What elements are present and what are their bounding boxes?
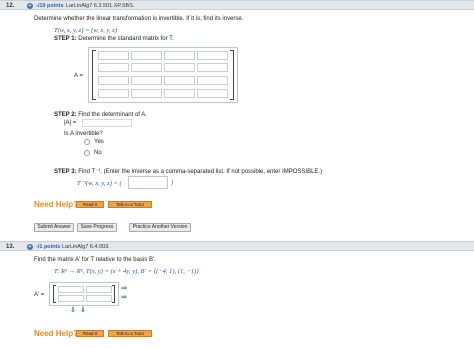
arrow-down-icon[interactable]: ⇓ bbox=[80, 307, 86, 314]
step-3-label: STEP 3: bbox=[54, 169, 77, 175]
inverse-label: T⁻¹(w, x, y, z) = ( bbox=[77, 180, 122, 187]
matrix-cell-1-1[interactable] bbox=[58, 286, 84, 293]
determinant-input[interactable] bbox=[82, 119, 132, 127]
matrix-cell-3-2[interactable] bbox=[131, 76, 162, 85]
points-label[interactable]: -/19 points bbox=[36, 3, 64, 9]
need-help-label: Need Help? bbox=[34, 329, 79, 338]
arrow-right-icon[interactable]: ⇒ bbox=[121, 294, 127, 301]
matrix-cell-2-3[interactable] bbox=[164, 63, 195, 72]
inverse-input[interactable] bbox=[128, 176, 168, 189]
arrow-down-icon[interactable]: ⇓ bbox=[70, 307, 76, 314]
matrix-label: A′ = bbox=[34, 292, 45, 298]
arrow-right-icon[interactable]: ⇒ bbox=[121, 285, 127, 292]
matrix-cell-4-1[interactable] bbox=[98, 89, 129, 98]
question-ref: LarLinAlg7 6.3.501.XP.SBS. bbox=[66, 3, 135, 9]
invertible-question: Is A invertible? bbox=[64, 131, 103, 137]
step-2-label: STEP 2: bbox=[54, 112, 77, 118]
question-instruction: Find the matrix A′ for T relative to the… bbox=[34, 257, 156, 263]
matrix-cell-1-2[interactable] bbox=[86, 286, 112, 293]
points-label[interactable]: -/1 points bbox=[36, 244, 60, 250]
right-bracket bbox=[112, 285, 115, 303]
matrix-cell-1-4[interactable] bbox=[197, 51, 228, 60]
matrix-cell-1-2[interactable] bbox=[131, 51, 162, 60]
matrix-cell-3-4[interactable] bbox=[197, 76, 228, 85]
talk-to-tutor-button[interactable]: Talk to a Tutor bbox=[108, 201, 152, 208]
practice-another-version-button[interactable]: Practice Another Version bbox=[129, 223, 191, 232]
transform-definition: T: R² → R², T(x, y) = (x + 4y, y), B′ = … bbox=[54, 268, 199, 275]
question-13-header: 13. + -/1 points LarLinAlg7 6.4.003. bbox=[0, 241, 474, 251]
matrix-cell-2-1[interactable] bbox=[58, 295, 84, 302]
step-1-label: STEP 1: bbox=[54, 36, 77, 42]
inverse-close-paren: ) bbox=[171, 179, 174, 186]
question-number: 13. bbox=[6, 244, 15, 250]
step-2-text: Find the determinant of A. bbox=[78, 112, 147, 118]
option-yes-label: Yes bbox=[94, 139, 104, 145]
talk-to-tutor-button[interactable]: Talk to a Tutor bbox=[108, 330, 152, 337]
plus-circle-icon[interactable]: + bbox=[27, 3, 33, 9]
step-3-text: Find T⁻¹. (Enter the inverse as a comma-… bbox=[78, 169, 323, 175]
read-it-button[interactable]: Read It bbox=[76, 330, 104, 337]
matrix-cell-2-2[interactable] bbox=[131, 63, 162, 72]
need-help-label: Need Help? bbox=[34, 200, 79, 209]
right-bracket bbox=[230, 50, 234, 100]
radio-icon-yes[interactable] bbox=[84, 139, 90, 145]
matrix-cell-2-4[interactable] bbox=[197, 63, 228, 72]
question-ref: LarLinAlg7 6.4.003. bbox=[62, 244, 110, 250]
submit-answer-button[interactable]: Submit Answer bbox=[34, 223, 74, 232]
step-2: STEP 2: Find the determinant of A. bbox=[54, 112, 147, 118]
question-instruction: Determine whether the linear transformat… bbox=[34, 16, 244, 22]
matrix-cell-4-3[interactable] bbox=[164, 89, 195, 98]
matrix-cell-4-4[interactable] bbox=[197, 89, 228, 98]
matrix-cell-1-1[interactable] bbox=[98, 51, 129, 60]
read-it-button[interactable]: Read It bbox=[76, 201, 104, 208]
radio-icon-no[interactable] bbox=[84, 150, 90, 156]
step-3: STEP 3: Find T⁻¹. (Enter the inverse as … bbox=[54, 168, 322, 175]
matrix-cell-2-1[interactable] bbox=[98, 63, 129, 72]
left-bracket bbox=[53, 285, 56, 303]
matrix-input-box bbox=[88, 47, 238, 103]
option-no-label: No bbox=[94, 150, 102, 156]
matrix-input-box bbox=[49, 282, 119, 306]
left-bracket bbox=[92, 50, 96, 100]
step-1-text: Determine the standard matrix for T. bbox=[78, 36, 174, 42]
matrix-cell-1-3[interactable] bbox=[164, 51, 195, 60]
question-number: 12. bbox=[6, 3, 15, 9]
matrix-cell-3-3[interactable] bbox=[164, 76, 195, 85]
matrix-label: A = bbox=[74, 73, 83, 79]
step-1: STEP 1: Determine the standard matrix fo… bbox=[54, 36, 174, 42]
question-12-header: 12. + -/19 points LarLinAlg7 6.3.501.XP.… bbox=[0, 0, 474, 10]
plus-circle-icon[interactable]: + bbox=[27, 244, 33, 250]
matrix-cell-4-2[interactable] bbox=[131, 89, 162, 98]
determinant-label: |A| = bbox=[64, 120, 77, 126]
matrix-cell-3-1[interactable] bbox=[98, 76, 129, 85]
save-progress-button[interactable]: Save Progress bbox=[77, 223, 117, 232]
matrix-cell-2-2[interactable] bbox=[86, 295, 112, 302]
transform-definition: T(w, x, y, z) = (w, x, y, z) bbox=[54, 27, 117, 34]
